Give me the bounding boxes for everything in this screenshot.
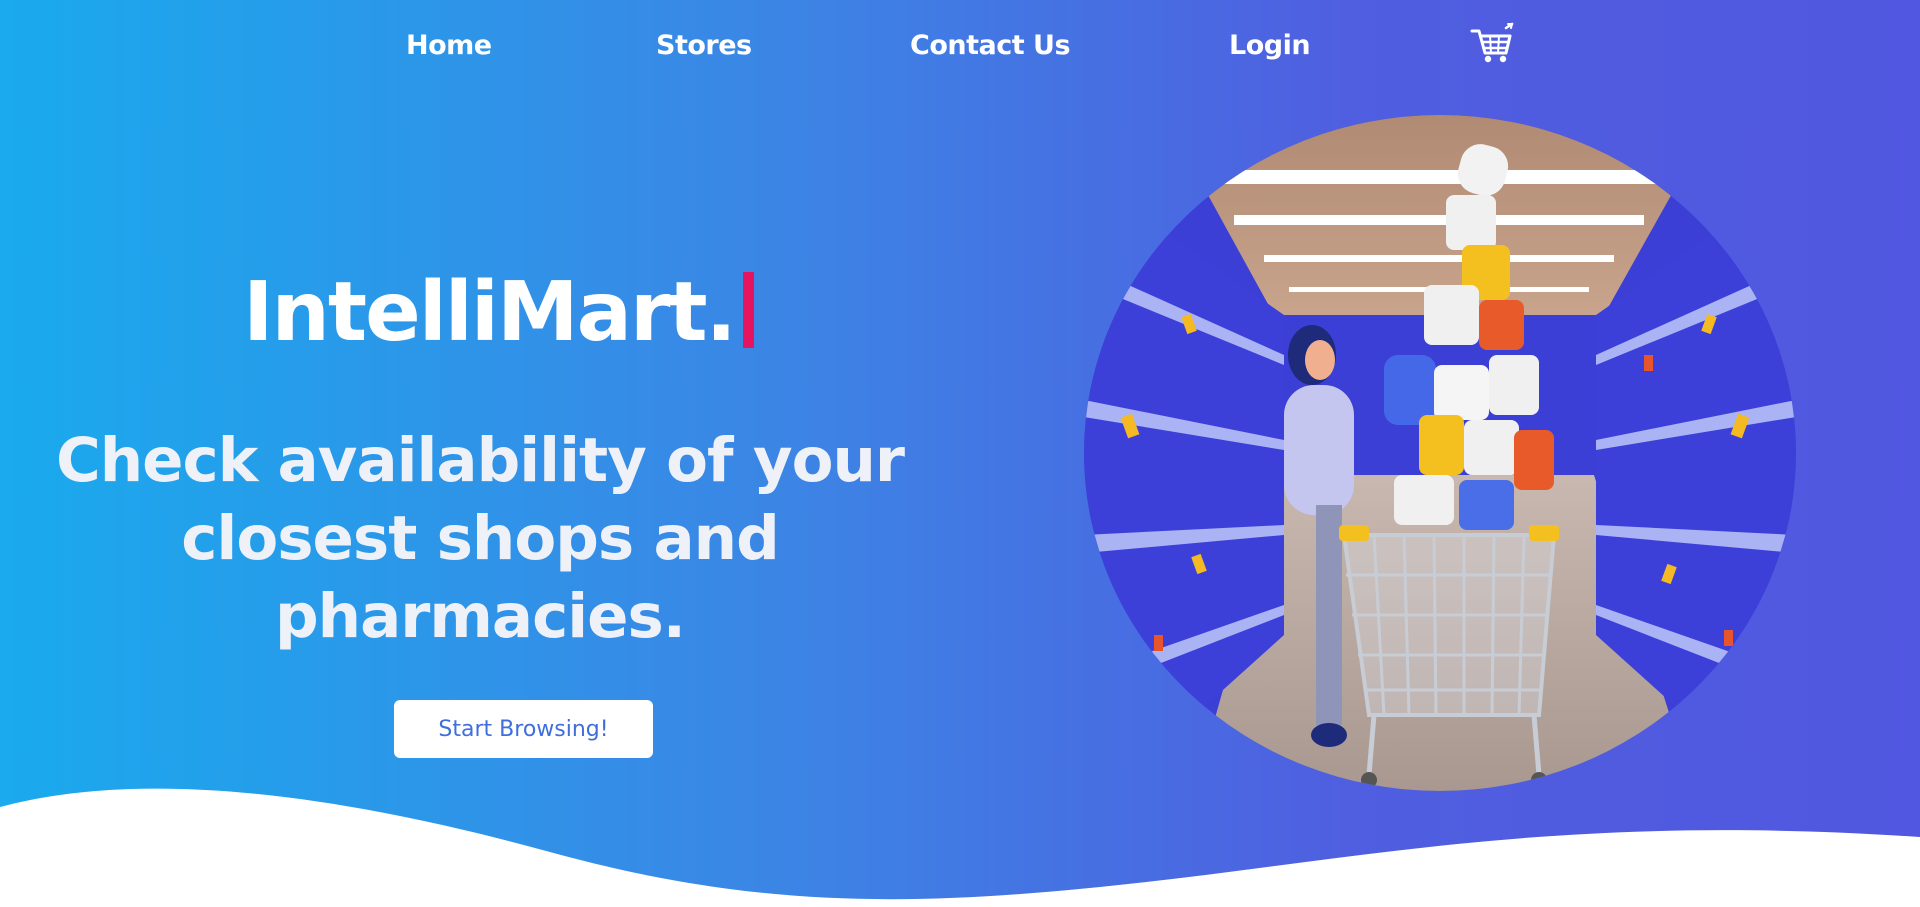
brand-heading: IntelliMart.: [243, 272, 754, 354]
nav-stores-link[interactable]: Stores: [656, 30, 752, 61]
brand-name: IntelliMart.: [243, 265, 737, 360]
top-navigation: Home Stores Contact Us Login: [0, 0, 1920, 96]
hero-section: Home Stores Contact Us Login IntelliMart…: [0, 0, 1920, 907]
nav-contact-us-link[interactable]: Contact Us: [910, 30, 1071, 61]
nav-home-link[interactable]: Home: [406, 30, 492, 61]
nav-login-link[interactable]: Login: [1229, 30, 1311, 61]
store-aisle-illustration: [1084, 115, 1796, 791]
wave-divider: [0, 788, 1920, 907]
shopping-cart-icon[interactable]: [1470, 22, 1514, 66]
hero-tagline: Check availability of your closest shops…: [55, 425, 905, 652]
start-browsing-button[interactable]: Start Browsing!: [394, 700, 653, 758]
typing-caret: [742, 272, 754, 348]
